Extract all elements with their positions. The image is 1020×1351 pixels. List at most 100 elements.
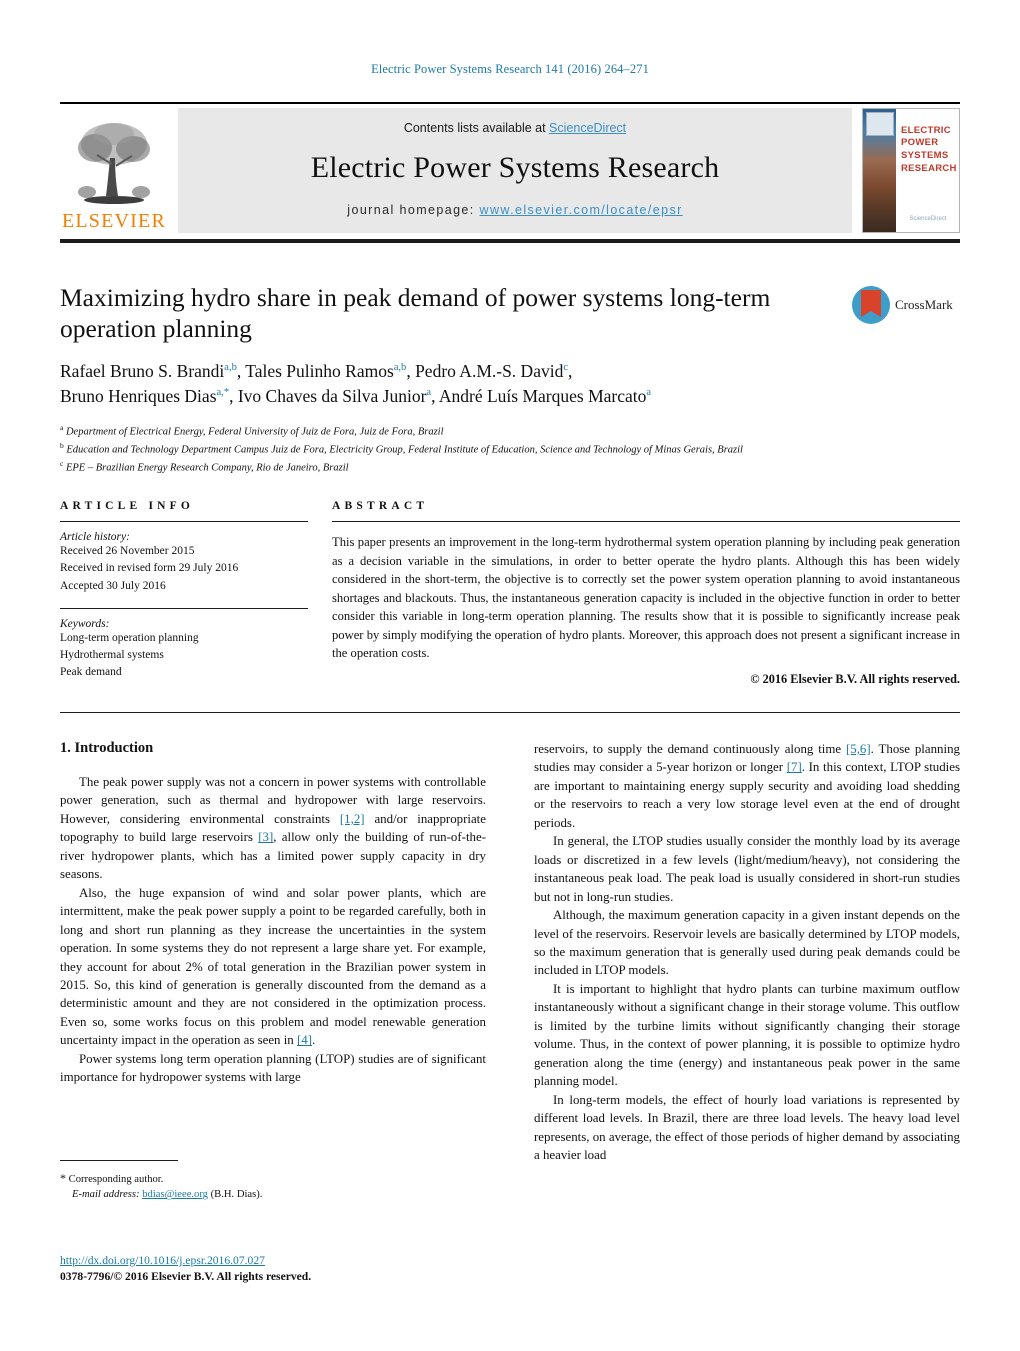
- email-note: E-mail address: bdias@ieee.org (B.H. Dia…: [60, 1187, 486, 1202]
- article-info-column: ARTICLE INFO Article history: Received 2…: [60, 500, 308, 687]
- journal-homepage-link[interactable]: www.elsevier.com/locate/epsr: [480, 203, 683, 217]
- author-sep: , Tales Pulinho Ramos: [236, 361, 394, 382]
- journal-masthead: ELSEVIER Contents lists available at Sci…: [60, 102, 960, 243]
- paragraph-text: Power systems long term operation planni…: [60, 1051, 486, 1085]
- journal-band: Contents lists available at ScienceDirec…: [178, 107, 852, 233]
- elsevier-tree-icon: [71, 118, 157, 210]
- section-heading-introduction: 1. Introduction: [60, 740, 154, 756]
- paragraph-text: .: [312, 1033, 316, 1048]
- paragraph: Also, the huge expansion of wind and sol…: [60, 884, 486, 1050]
- cover-footer: ScienceDirect: [909, 215, 947, 222]
- contents-prefix: Contents lists available at: [403, 121, 550, 135]
- affiliation-marker: a: [60, 422, 64, 432]
- paragraph: In long-term models, the effect of hourl…: [534, 1092, 960, 1162]
- journal-cover-image: ELECTRIC POWER SYSTEMS RESEARCH ScienceD…: [862, 107, 960, 233]
- affiliation-text: Department of Electrical Energy, Federal…: [65, 426, 444, 438]
- affiliation-marker: c: [60, 459, 64, 469]
- abstract-text: This paper presents an improvement in th…: [332, 535, 960, 660]
- footnote-rule: [60, 1160, 178, 1161]
- article-info-rule: [60, 521, 308, 522]
- homepage-prefix: journal homepage:: [347, 203, 480, 217]
- author-affil-marker[interactable]: a,b: [394, 362, 407, 373]
- affiliation-list: a Department of Electrical Energy, Feder…: [60, 422, 940, 477]
- paragraph-text: reservoirs, to supply the demand continu…: [534, 742, 846, 756]
- citation-ref[interactable]: [4]: [297, 1033, 312, 1047]
- author-list: Rafael Bruno S. Brandia,b, Tales Pulinho…: [60, 359, 850, 409]
- citation-ref[interactable]: [5,6]: [846, 742, 871, 756]
- footnote-block: * Corresponding author. E-mail address: …: [60, 1160, 486, 1203]
- masthead-bottom-rule: [60, 238, 960, 243]
- paragraph: reservoirs, to supply the demand continu…: [534, 740, 960, 832]
- title-block: Maximizing hydro share in peak demand of…: [60, 282, 960, 477]
- cover-title-line1: ELECTRIC POWER: [901, 124, 951, 149]
- email-link[interactable]: bdias@ieee.org: [142, 1189, 208, 1200]
- corresponding-author-text: Corresponding author.: [68, 1174, 164, 1185]
- page-title: Maximizing hydro share in peak demand of…: [60, 283, 771, 344]
- keyword-item: Hydrothermal systems: [60, 649, 164, 661]
- affiliation-text: Education and Technology Department Camp…: [66, 444, 743, 456]
- author-sep: ,: [568, 361, 573, 382]
- masthead-top-rule: [60, 102, 960, 104]
- email-label: E-mail address:: [72, 1189, 140, 1201]
- abstract-heading: ABSTRACT: [332, 500, 429, 512]
- paragraph: The peak power supply was not a concern …: [60, 773, 486, 884]
- affiliation-text: EPE – Brazilian Energy Research Company,…: [65, 462, 349, 474]
- keywords-list: Long-term operation planning Hydrotherma…: [60, 630, 308, 682]
- author-affil-marker[interactable]: a,b: [224, 362, 237, 373]
- issn-copyright-line: 0378-7796/© 2016 Elsevier B.V. All right…: [60, 1270, 312, 1284]
- running-head: Electric Power Systems Research 141 (201…: [371, 62, 649, 76]
- body-separator-rule: [60, 712, 960, 713]
- keyword-item: Peak demand: [60, 666, 122, 679]
- author-sep: , Pedro A.M.-S. David: [406, 361, 564, 382]
- author-name: Bruno Henriques Dias: [60, 386, 217, 407]
- doi-link[interactable]: http://dx.doi.org/10.1016/j.epsr.2016.07…: [60, 1254, 265, 1267]
- history-item: Received in revised form 29 July 2016: [60, 562, 239, 575]
- sciencedirect-link[interactable]: ScienceDirect: [549, 121, 626, 135]
- elsevier-logo: ELSEVIER: [60, 108, 168, 233]
- citation-ref[interactable]: [1,2]: [340, 812, 365, 826]
- asterisk-icon: *: [60, 1171, 66, 1185]
- paragraph: It is important to highlight that hydro …: [534, 981, 960, 1089]
- paragraph-text: Also, the huge expansion of wind and sol…: [60, 885, 486, 1048]
- cover-title: ELECTRIC POWER SYSTEMS RESEARCH: [901, 124, 957, 176]
- cover-photo-strip: [863, 108, 896, 232]
- author-sep: , Ivo Chaves da Silva Junior: [229, 386, 427, 407]
- affiliation-item: a Department of Electrical Energy, Feder…: [60, 422, 940, 440]
- article-history-list: Received 26 November 2015 Received in re…: [60, 543, 308, 595]
- contents-available-line: Contents lists available at ScienceDirec…: [404, 121, 626, 135]
- abstract-column: ABSTRACT This paper presents an improvem…: [332, 500, 960, 687]
- paper-page: Electric Power Systems Research 141 (201…: [0, 0, 1020, 1351]
- cover-title-line2: SYSTEMS RESEARCH: [901, 150, 957, 174]
- copyright-line: © 2016 Elsevier B.V. All rights reserved…: [750, 671, 960, 686]
- crossmark-label: CrossMark: [895, 297, 953, 312]
- paragraph: Although, the maximum generation capacit…: [534, 908, 960, 978]
- citation-ref[interactable]: [7]: [787, 760, 802, 774]
- citation-ref[interactable]: [3]: [258, 830, 273, 844]
- article-history-label: Article history:: [60, 531, 130, 543]
- body-columns: 1. Introduction The peak power supply wa…: [60, 740, 960, 1164]
- affiliation-item: c EPE – Brazilian Energy Research Compan…: [60, 458, 940, 476]
- author-name: Rafael Bruno S. Brandi: [60, 361, 225, 382]
- affiliation-item: b Education and Technology Department Ca…: [60, 440, 940, 458]
- keyword-item: Long-term operation planning: [60, 631, 199, 644]
- author-affil-marker[interactable]: a: [646, 387, 651, 398]
- info-abstract-region: ARTICLE INFO Article history: Received 2…: [60, 500, 960, 687]
- keywords-label: Keywords:: [60, 617, 110, 630]
- paragraph: In general, the LTOP studies usually con…: [534, 834, 960, 904]
- left-column: 1. Introduction The peak power supply wa…: [60, 740, 486, 1164]
- keywords-rule: [60, 607, 308, 609]
- elsevier-wordmark: ELSEVIER: [61, 209, 167, 232]
- author-sep: , André Luís Marques Marcato: [431, 386, 647, 407]
- crossmark-badge[interactable]: CrossMark: [852, 286, 960, 324]
- affiliation-marker: b: [60, 441, 64, 451]
- imprint-block: http://dx.doi.org/10.1016/j.epsr.2016.07…: [60, 1253, 560, 1286]
- author-line-2: Bruno Henriques Diasa,*, Ivo Chaves da S…: [60, 384, 850, 409]
- right-column: reservoirs, to supply the demand continu…: [534, 740, 960, 1164]
- author-line-1: Rafael Bruno S. Brandia,b, Tales Pulinho…: [60, 359, 850, 384]
- email-owner: (B.H. Dias).: [210, 1189, 263, 1201]
- history-item: Received 26 November 2015: [60, 545, 195, 557]
- history-item: Accepted 30 July 2016: [60, 579, 166, 592]
- author-affil-marker[interactable]: a,: [217, 387, 224, 398]
- abstract-rule: [332, 521, 960, 522]
- paragraph: Power systems long term operation planni…: [60, 1050, 486, 1087]
